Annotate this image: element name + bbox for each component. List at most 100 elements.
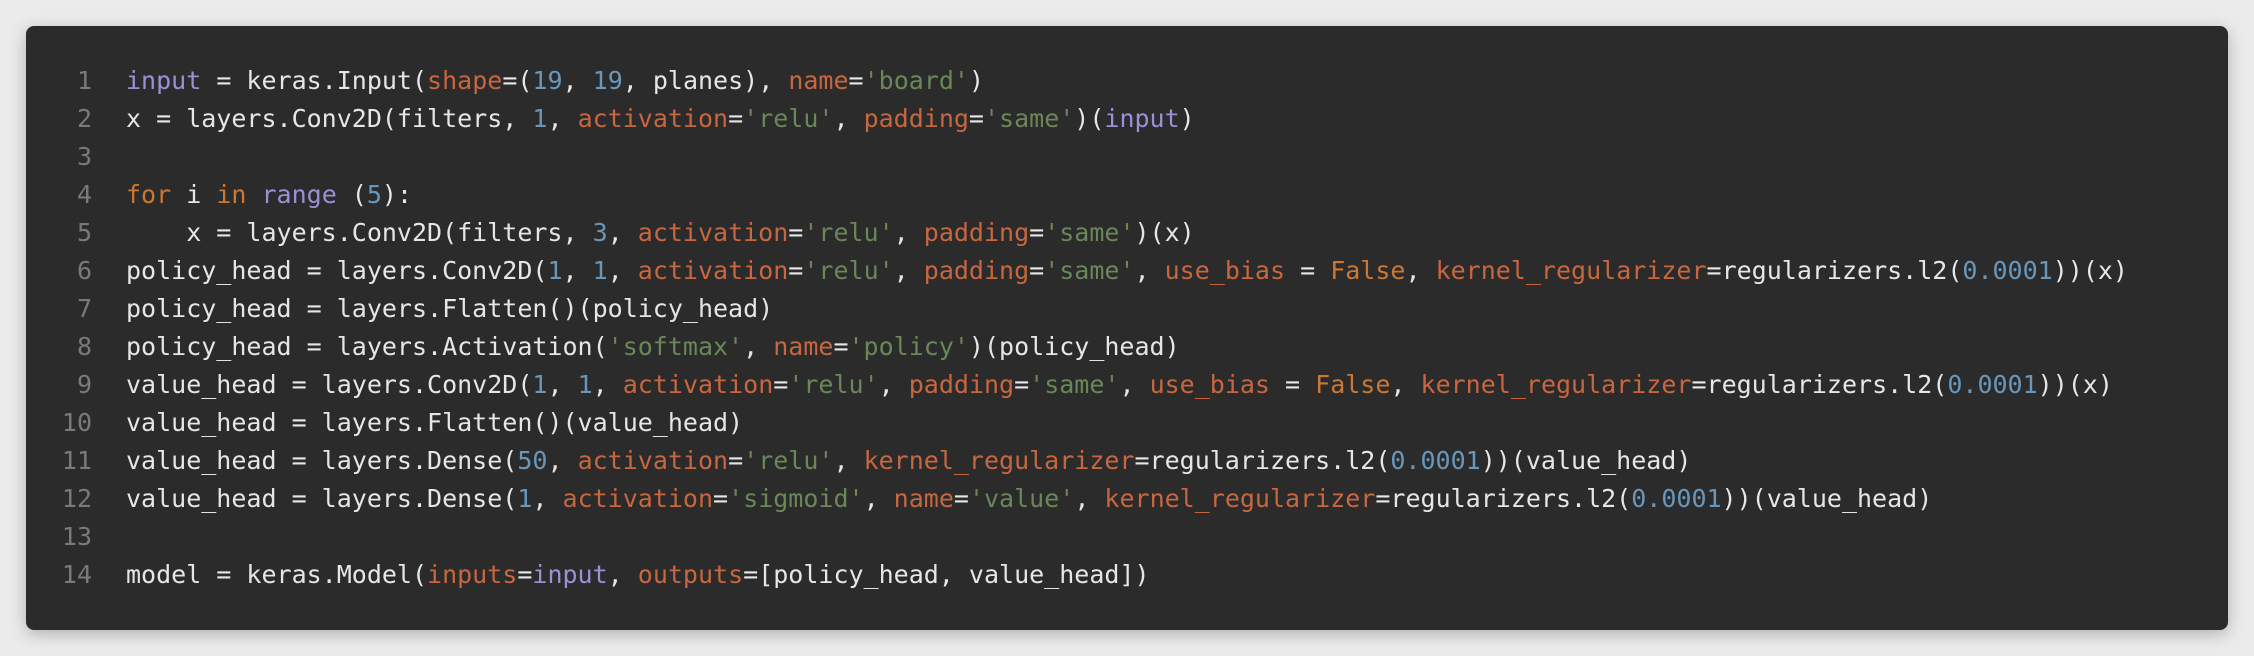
code-token: 'same' xyxy=(1029,370,1120,399)
code-token: in xyxy=(216,180,247,209)
code-token: = xyxy=(728,104,744,133)
code-token: = xyxy=(788,256,804,285)
code-token: value_head = layers.Dense( xyxy=(126,446,518,475)
line-number: 6 xyxy=(76,256,92,285)
code-text: value_head = layers.Flatten()(value_head… xyxy=(92,404,743,442)
code-token: =( xyxy=(502,66,533,95)
code-token: x = layers.Conv2D(filters, xyxy=(126,218,593,247)
code-token: activation xyxy=(622,370,774,399)
code-token: 0.0001 xyxy=(1390,446,1481,475)
line-number: 2 xyxy=(76,104,92,133)
code-text: model = keras.Model(inputs=input, output… xyxy=(92,556,1150,594)
line-number: 7 xyxy=(76,294,92,323)
code-token: = xyxy=(1029,256,1045,285)
code-line: 13 xyxy=(26,518,2228,556)
code-token: = xyxy=(953,484,969,513)
code-token: value_head = layers.Flatten()(value_head… xyxy=(126,408,744,437)
code-text: policy_head = layers.Flatten()(policy_he… xyxy=(92,290,773,328)
line-number: 10 xyxy=(61,408,92,437)
code-token: = xyxy=(1285,256,1331,285)
code-line: 14 model = keras.Model(inputs=input, outp… xyxy=(26,556,2228,594)
code-token: padding xyxy=(863,104,969,133)
code-token: ))(value_head) xyxy=(1480,446,1692,475)
code-token: for xyxy=(126,180,172,209)
code-token: 1 xyxy=(532,370,548,399)
code-token: kernel_regularizer xyxy=(863,446,1135,475)
code-token: )(policy_head) xyxy=(968,332,1180,361)
line-number: 9 xyxy=(76,370,92,399)
code-token: = xyxy=(713,484,729,513)
code-token: , xyxy=(547,446,578,475)
code-token: )( xyxy=(1074,104,1105,133)
code-token: = keras.Input( xyxy=(201,66,428,95)
code-token: policy_head = layers.Conv2D( xyxy=(126,256,548,285)
code-token: 'softmax' xyxy=(607,332,744,361)
code-line: 4 for i in range (5): xyxy=(26,176,2228,214)
code-token: activation xyxy=(637,256,789,285)
code-token: , xyxy=(1134,256,1165,285)
code-token: , xyxy=(833,446,864,475)
code-token: , xyxy=(878,370,909,399)
code-line: 12 value_head = layers.Dense(1, activatio… xyxy=(26,480,2228,518)
code-line: 10 value_head = layers.Flatten()(value_he… xyxy=(26,404,2228,442)
code-token: x = layers.Conv2D(filters, xyxy=(126,104,533,133)
code-token: 'policy' xyxy=(848,332,969,361)
line-number: 4 xyxy=(76,180,92,209)
code-token: =regularizers.l2( xyxy=(1375,484,1632,513)
code-token: name xyxy=(893,484,954,513)
code-token: padding xyxy=(908,370,1015,399)
code-token: 'relu' xyxy=(803,218,894,247)
code-token: padding xyxy=(923,218,1030,247)
code-token: False xyxy=(1330,256,1406,285)
code-token: 1 xyxy=(577,370,593,399)
code-token: ) xyxy=(968,66,985,95)
code-token: , xyxy=(743,332,774,361)
code-token: 'same' xyxy=(1044,218,1135,247)
code-line: 6 policy_head = layers.Conv2D(1, 1, activ… xyxy=(26,252,2228,290)
code-token: ))(x) xyxy=(2037,370,2113,399)
code-token: = xyxy=(848,66,864,95)
code-token: 1 xyxy=(547,256,563,285)
code-token: , xyxy=(1405,256,1436,285)
code-token: kernel_regularizer xyxy=(1420,370,1692,399)
code-token: kernel_regularizer xyxy=(1104,484,1376,513)
code-token: = xyxy=(1014,370,1030,399)
code-token: range xyxy=(261,180,337,209)
code-token: , xyxy=(562,66,593,95)
code-token: = xyxy=(517,560,533,589)
line-number: 13 xyxy=(61,522,92,551)
line-number: 3 xyxy=(76,142,92,171)
code-token: 'relu' xyxy=(803,256,894,285)
code-token: i xyxy=(171,180,217,209)
code-token: , xyxy=(607,256,638,285)
code-token: 'relu' xyxy=(743,104,834,133)
code-token: activation xyxy=(577,446,729,475)
code-line: 2x = layers.Conv2D(filters, 1, activatio… xyxy=(26,100,2228,138)
code-text: input = keras.Input(shape=(19, 19, plane… xyxy=(92,62,984,100)
code-token: False xyxy=(1315,370,1391,399)
code-token: , xyxy=(893,256,924,285)
code-token: activation xyxy=(637,218,789,247)
code-token: , xyxy=(592,370,623,399)
code-token: ): xyxy=(381,180,413,209)
code-line: 9 value_head = layers.Conv2D(1, 1, activa… xyxy=(26,366,2228,404)
code-line: 7 policy_head = layers.Flatten()(policy_h… xyxy=(26,290,2228,328)
code-text: value_head = layers.Conv2D(1, 1, activat… xyxy=(92,366,2113,404)
code-token: , xyxy=(1390,370,1421,399)
code-token: input xyxy=(532,560,608,589)
code-text: value_head = layers.Dense(50, activation… xyxy=(92,442,1691,480)
code-text: policy_head = layers.Conv2D(1, 1, activa… xyxy=(92,252,2128,290)
code-token: =regularizers.l2( xyxy=(1691,370,1948,399)
code-token: = xyxy=(1029,218,1045,247)
line-number: 5 xyxy=(76,218,92,247)
code-token: 1 xyxy=(532,104,548,133)
code-token: policy_head = layers.Activation( xyxy=(126,332,608,361)
code-token: 1 xyxy=(592,256,608,285)
code-token: = xyxy=(1270,370,1316,399)
code-token: shape xyxy=(427,66,503,95)
code-token: value_head = layers.Dense( xyxy=(126,484,518,513)
code-token: name xyxy=(788,66,849,95)
code-token: 'same' xyxy=(1044,256,1135,285)
